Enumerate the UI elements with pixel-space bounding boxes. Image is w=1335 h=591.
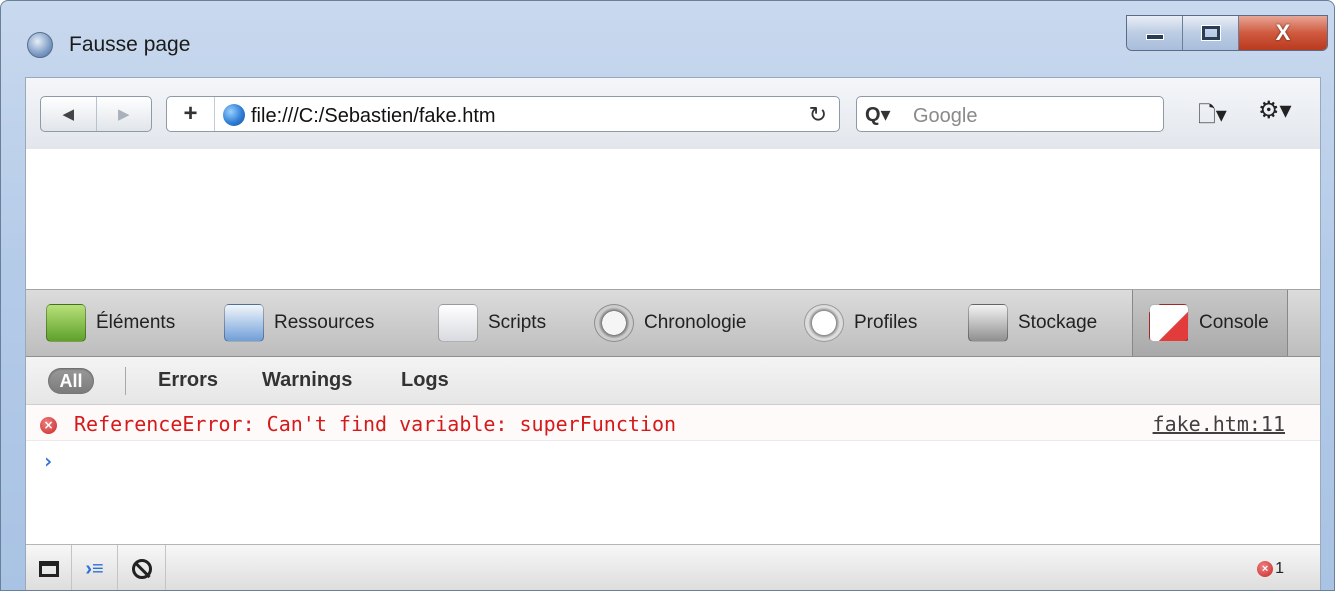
page-icon: 🗋▾ [1198,102,1227,127]
search-placeholder: Google [913,105,978,127]
scripts-icon [438,304,478,342]
tab-label: Chronologie [644,312,747,333]
tab-storage[interactable]: Stockage [968,290,1097,356]
clear-console-button[interactable] [118,545,166,590]
settings-menu-button[interactable]: ⚙▾ [1258,96,1292,125]
reload-icon: ↻ [808,102,827,127]
dock-window-icon [38,561,59,577]
filter-warnings-button[interactable]: Warnings [262,369,352,392]
tab-elements[interactable]: Éléments [46,290,175,356]
safari-compass-icon [27,32,53,58]
address-bar[interactable]: + file:///C:/Sebastien/fake.htm ↻ [166,96,840,132]
minimize-button[interactable] [1127,16,1183,50]
close-button[interactable]: X [1239,16,1327,50]
navigation-buttons: ◀ ▶ [40,96,152,132]
scope-divider [125,367,126,395]
forward-button[interactable]: ▶ [95,97,152,131]
tab-label: Profiles [854,312,918,333]
dock-toggle-button[interactable] [26,545,72,590]
filter-all-button[interactable]: All [48,368,94,394]
inspector-status-bar: ›≡ × 1 [26,544,1320,590]
window-title: Fausse page [69,33,191,56]
error-icon: × [40,417,57,434]
console-prompt-icon: ›≡ [85,557,104,580]
globe-icon [223,104,245,126]
tab-label: Ressources [274,312,375,333]
console-icon [1149,304,1189,342]
tab-label: Scripts [488,312,547,333]
add-bookmark-button[interactable]: + [167,97,215,131]
back-button[interactable]: ◀ [41,97,96,131]
console-messages[interactable]: × ReferenceError: Can't find variable: s… [26,405,1320,545]
tab-profiles[interactable]: Profiles [804,290,917,356]
error-count-icon: × [1257,561,1274,577]
filter-logs-button[interactable]: Logs [401,369,449,392]
web-content-area[interactable] [25,149,1321,289]
tab-resources[interactable]: Ressources [224,290,374,356]
inspector-panel-toolbar: Éléments Ressources Scripts Chronologie … [26,289,1320,357]
console-prompt[interactable]: › [42,449,54,473]
browser-window: Fausse page X ◀ ▶ + file:///C:/Sebastien… [0,0,1335,591]
maximize-button[interactable] [1183,16,1239,50]
close-icon: X [1275,20,1291,45]
reload-button[interactable]: ↻ [809,102,827,128]
error-count-indicator[interactable]: × 1 [1257,560,1284,578]
profiles-icon [804,304,844,342]
tab-label: Console [1199,312,1269,333]
plus-icon: + [183,100,198,127]
timeline-icon [594,304,634,342]
resources-icon [224,304,264,342]
elements-icon [46,304,86,342]
forward-arrow-icon: ▶ [117,106,130,123]
console-message-row: × ReferenceError: Can't find variable: s… [26,405,1320,441]
search-icon[interactable]: Q▾ [865,102,891,127]
window-controls: X [1126,15,1328,51]
tab-timeline[interactable]: Chronologie [594,290,746,356]
page-menu-button[interactable]: 🗋▾ [1198,98,1227,136]
error-source-link[interactable]: fake.htm:11 [1153,412,1285,436]
clear-icon [131,559,152,579]
minimize-icon [1145,34,1164,40]
search-field[interactable]: Q▾ Google [856,96,1164,132]
tab-console[interactable]: Console [1132,290,1288,356]
console-scope-bar: All Errors Warnings Logs [26,357,1320,405]
web-inspector: Éléments Ressources Scripts Chronologie … [25,289,1321,590]
gear-icon: ⚙▾ [1258,97,1292,124]
show-console-button[interactable]: ›≡ [72,545,118,590]
back-arrow-icon: ◀ [62,106,75,123]
filter-errors-button[interactable]: Errors [158,369,218,392]
tab-scripts[interactable]: Scripts [438,290,546,356]
maximize-icon [1200,25,1221,41]
error-message: ReferenceError: Can't find variable: sup… [74,412,677,436]
url-field[interactable]: file:///C:/Sebastien/fake.htm [251,105,496,128]
storage-icon [968,304,1008,342]
title-bar[interactable]: Fausse page X [1,1,1334,81]
tab-label: Stockage [1018,312,1098,333]
tab-label: Éléments [96,312,176,333]
error-count: 1 [1275,560,1284,577]
browser-toolbar: ◀ ▶ + file:///C:/Sebastien/fake.htm ↻ Q▾… [25,77,1321,149]
